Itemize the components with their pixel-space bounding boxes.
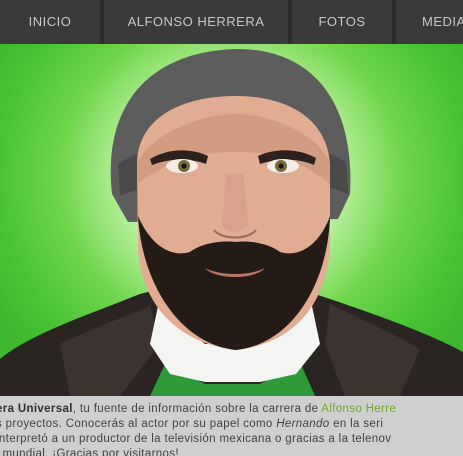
bio-line-3: interpretó a un productor de la televisi… — [0, 433, 391, 445]
role-name: Hernando — [276, 418, 330, 430]
nav-item-alfonso-herrera[interactable]: ALFONSO HERRERA — [104, 0, 288, 44]
portrait-photo — [0, 48, 463, 396]
actor-link[interactable]: Alfonso Herre — [321, 403, 396, 415]
bio-text: interpretó a un productor de la televisi… — [0, 433, 392, 445]
nav-item-fotos[interactable]: FOTOS — [292, 0, 392, 44]
bio-line-1: era Universal, tu fuente de información … — [0, 403, 396, 415]
bio-text: l mundial. ¡Gracias por visitarnos! — [0, 448, 179, 456]
bio-section: era Universal, tu fuente de información … — [0, 396, 463, 456]
nose — [222, 174, 248, 232]
site-name: era Universal — [0, 403, 73, 415]
bio-line-2: s proyectos. Conocerás al actor por su p… — [0, 418, 383, 430]
bio-text: en la seri — [329, 418, 384, 430]
nav-item-media[interactable]: MEDIA — [396, 0, 463, 44]
hero-banner — [0, 44, 463, 396]
main-navbar: INICIO ALFONSO HERRERA FOTOS MEDIA — [0, 0, 463, 44]
bio-text: s proyectos. Conocerás al actor por su p… — [0, 418, 277, 430]
bio-line-4: l mundial. ¡Gracias por visitarnos! — [0, 448, 179, 456]
nav-item-inicio[interactable]: INICIO — [0, 0, 100, 44]
bio-text: , tu fuente de información sobre la carr… — [72, 403, 322, 415]
